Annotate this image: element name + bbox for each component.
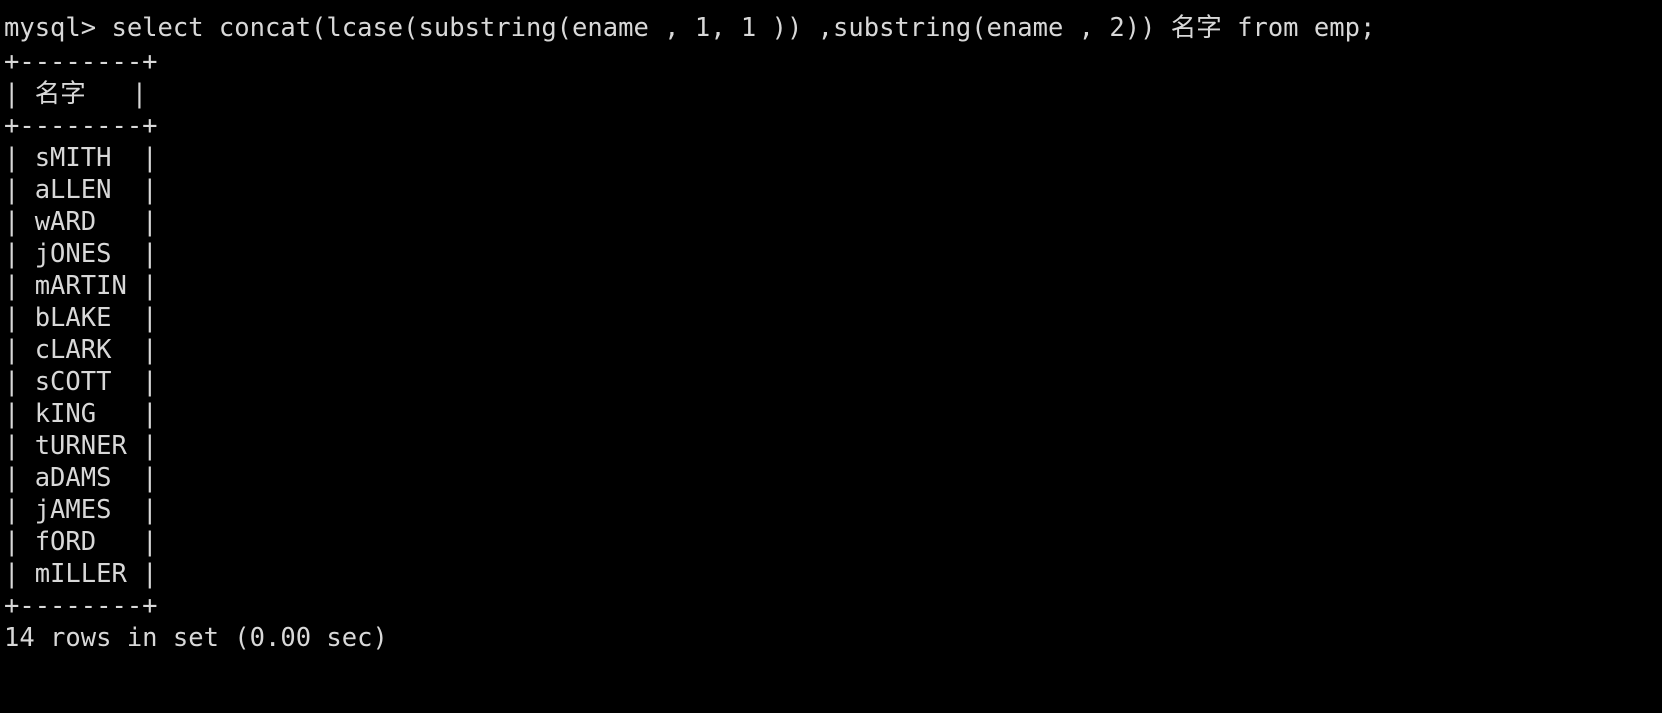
table-row: | sMITH | bbox=[4, 143, 158, 173]
command-line: mysql> select concat(lcase(substring(ena… bbox=[4, 13, 1376, 43]
table-row: | aDAMS | bbox=[4, 463, 158, 493]
table-row: | aLLEN | bbox=[4, 175, 158, 205]
table-row: | tURNER | bbox=[4, 431, 158, 461]
table-row: | mILLER | bbox=[4, 559, 158, 589]
table-row: | jAMES | bbox=[4, 495, 158, 525]
table-row: | jONES | bbox=[4, 239, 158, 269]
table-header-rule: +--------+ bbox=[4, 111, 158, 141]
table-bottom-rule: +--------+ bbox=[4, 591, 158, 621]
table-row: | mARTIN | bbox=[4, 271, 158, 301]
table-row: | bLAKE | bbox=[4, 303, 158, 333]
table-header-row: | 名字 | bbox=[4, 79, 148, 109]
table-row: | cLARK | bbox=[4, 335, 158, 365]
table-row: | sCOTT | bbox=[4, 367, 158, 397]
table-row: | fORD | bbox=[4, 527, 158, 557]
table-top-rule: +--------+ bbox=[4, 47, 158, 77]
table-row: | wARD | bbox=[4, 207, 158, 237]
table-row: | kING | bbox=[4, 399, 158, 429]
terminal-window[interactable]: mysql> select concat(lcase(substring(ena… bbox=[0, 0, 1662, 713]
status-line: 14 rows in set (0.00 sec) bbox=[4, 623, 388, 653]
